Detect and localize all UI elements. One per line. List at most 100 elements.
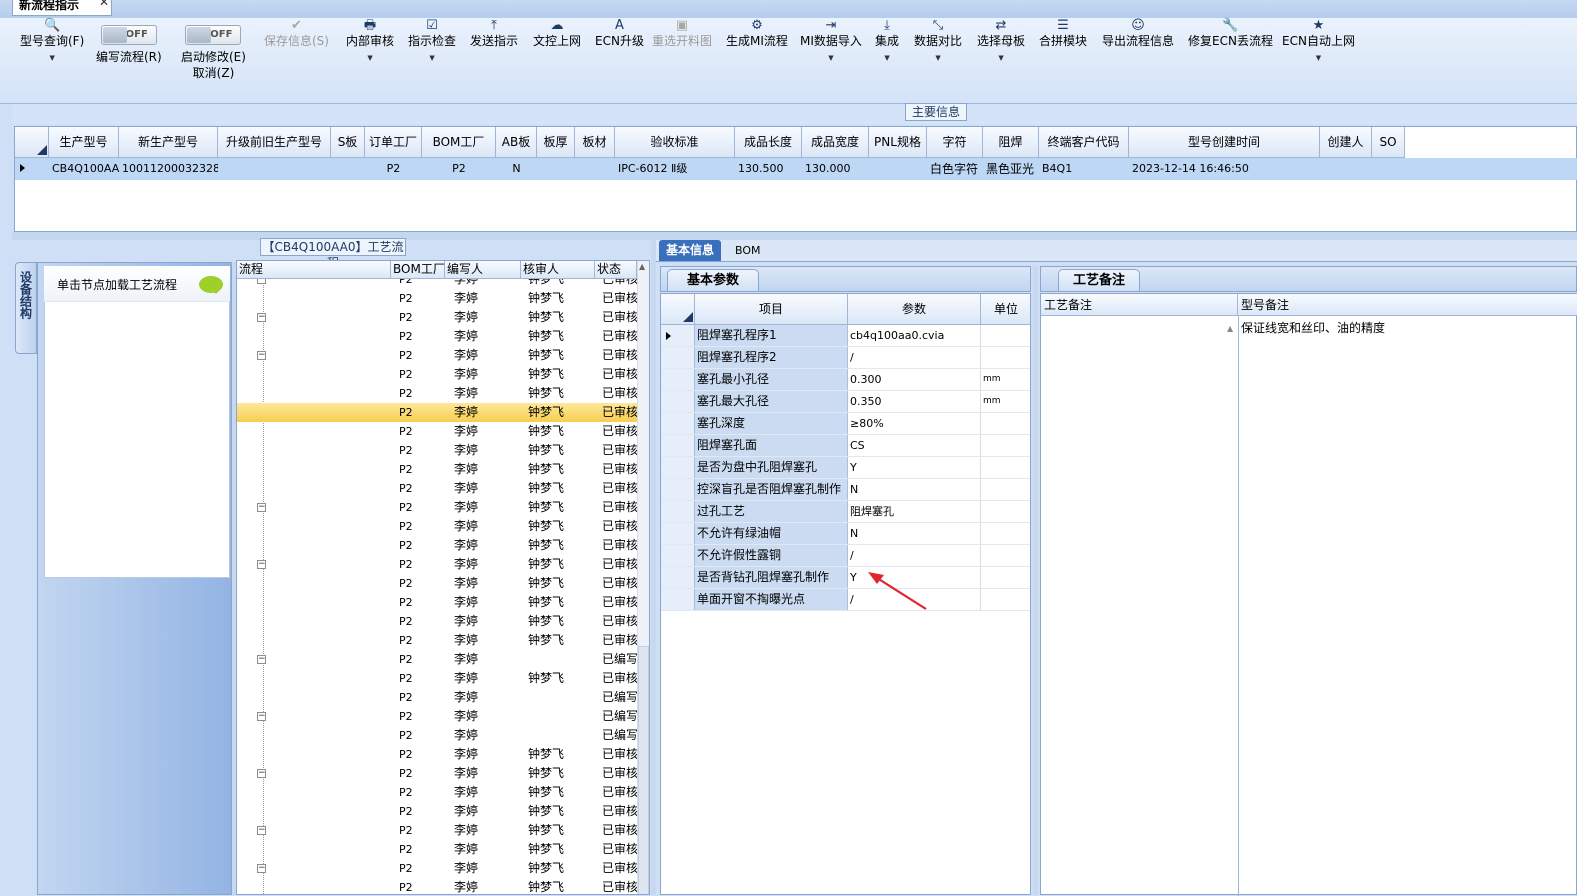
table-row[interactable]: 单面开窗不掏曝光点 /: [661, 589, 1030, 611]
tree-row[interactable]: −外形P2李婷已编写: [237, 707, 637, 726]
params-header-2[interactable]: 单位: [981, 294, 1030, 325]
grid-cell-17[interactable]: [1320, 158, 1372, 180]
params-header-0[interactable]: 项目: [695, 294, 848, 325]
scroll-up-icon[interactable]: ▲: [639, 262, 645, 271]
notes-col-process[interactable]: 工艺备注: [1041, 294, 1238, 316]
param-value[interactable]: Y: [848, 457, 981, 478]
collapse-icon[interactable]: −: [257, 351, 266, 360]
tree-row[interactable]: −电子测试P2李婷已编写: [237, 650, 637, 669]
row-header[interactable]: [661, 413, 695, 434]
tree-header-4[interactable]: 状态: [595, 261, 637, 279]
toolbar-button-17[interactable]: 🔧 修复ECN丢流程: [1188, 18, 1273, 48]
toggle-switch[interactable]: OFF: [100, 25, 157, 45]
tree-row[interactable]: 喷砂P2李婷钟梦飞已审核: [237, 574, 637, 593]
tree-row[interactable]: 沉金P2李婷钟梦飞已审核: [237, 612, 637, 631]
tree-row[interactable]: 阻焊塞孔P2李婷钟梦飞已审核: [237, 403, 637, 422]
grid-header-5[interactable]: BOM工厂: [422, 127, 496, 158]
grid-header-11[interactable]: 成品宽度: [802, 127, 869, 158]
tree-row[interactable]: 电子测试P2李婷已编写: [237, 688, 637, 707]
tree-row[interactable]: 外层AOI1P2李婷钟梦飞已审核: [237, 289, 637, 308]
param-value[interactable]: CS: [848, 435, 981, 456]
tree-header-0[interactable]: 流程: [237, 261, 391, 279]
toolbar-button-1[interactable]: OFF 编写流程(R): [96, 25, 162, 64]
tree-row[interactable]: 板边包胶P2李婷钟梦飞已审核: [237, 593, 637, 612]
tab-basic-info[interactable]: 基本信息: [659, 240, 722, 261]
grid-cell-15[interactable]: B4Q1: [1039, 158, 1129, 180]
grid-header-4[interactable]: 订单工厂: [365, 127, 422, 158]
table-row[interactable]: 是否背钻孔阻焊塞孔制作 Y: [661, 567, 1030, 589]
grid-cell-12[interactable]: [869, 158, 927, 180]
tree-row[interactable]: −电子测试1P2李婷钟梦飞已审核: [237, 308, 637, 327]
grid-cell-16[interactable]: 2023-12-14 16:46:50: [1129, 158, 1320, 180]
table-row[interactable]: 过孔工艺 阻焊塞孔: [661, 501, 1030, 523]
grid-header-15[interactable]: 终端客户代码: [1039, 127, 1129, 158]
chevron-down-icon[interactable]: ▼: [875, 54, 899, 62]
grid-header-17[interactable]: 创建人: [1320, 127, 1372, 158]
grid-cell-5[interactable]: P2: [422, 158, 496, 180]
tree-header-2[interactable]: 编写人: [445, 261, 521, 279]
param-value[interactable]: 0.350: [848, 391, 981, 412]
grid-header-7[interactable]: 板厚: [537, 127, 575, 158]
tree-row[interactable]: −终检P2李婷钟梦飞已审核: [237, 764, 637, 783]
row-header[interactable]: [661, 391, 695, 412]
grid-cell-9[interactable]: IPC-6012 Ⅱ级: [615, 158, 735, 180]
chevron-down-icon[interactable]: ▼: [346, 54, 394, 62]
tree-header-3[interactable]: 核审人: [521, 261, 595, 279]
scroll-thumb[interactable]: [638, 646, 649, 894]
table-row[interactable]: 塞孔最大孔径 0.350 mm: [661, 391, 1030, 413]
row-header[interactable]: [661, 545, 695, 566]
toolbar-button-15[interactable]: ☰ 合拼模块: [1039, 18, 1087, 48]
tree-row[interactable]: 外观检查P2李婷钟梦飞已审核: [237, 802, 637, 821]
param-value[interactable]: 0.300: [848, 369, 981, 390]
row-header[interactable]: [661, 435, 695, 456]
grid-cell-0[interactable]: CB4Q100AA0: [49, 158, 119, 180]
grid-header-2[interactable]: 升级前旧生产型号: [218, 127, 331, 158]
grid-header-6[interactable]: AB板: [496, 127, 537, 158]
tree-row[interactable]: 显影P2李婷钟梦飞已审核: [237, 479, 637, 498]
grid-cell-6[interactable]: N: [496, 158, 537, 180]
row-header[interactable]: [661, 567, 695, 588]
grid-header-0[interactable]: 生产型号: [49, 127, 119, 158]
table-row[interactable]: 塞孔最小孔径 0.300 mm: [661, 369, 1030, 391]
grid-cell-14[interactable]: 黑色亚光: [983, 158, 1039, 180]
tree-row[interactable]: 曝光P2李婷钟梦飞已审核: [237, 460, 637, 479]
toolbar-button-4[interactable]: 🖶 内部审核 ▼: [346, 18, 394, 62]
row-header[interactable]: [661, 523, 695, 544]
grid-cell-1[interactable]: 10011200032328: [119, 158, 218, 180]
tree-row[interactable]: −阻焊P2李婷钟梦飞已审核: [237, 346, 637, 365]
grid-header-10[interactable]: 成品长度: [735, 127, 802, 158]
toolbar-button-7[interactable]: ☁ 文控上网: [533, 18, 581, 48]
toolbar-button-13[interactable]: ⤡ 数据对比 ▼: [914, 18, 962, 62]
grid-header-14[interactable]: 阻焊: [983, 127, 1039, 158]
grid-header-12[interactable]: PNL规格: [869, 127, 927, 158]
toolbar-button-16[interactable]: ☺ 导出流程信息: [1102, 18, 1174, 48]
collapse-icon[interactable]: −: [257, 769, 266, 778]
collapse-icon[interactable]: −: [257, 313, 266, 322]
grid-header-8[interactable]: 板材: [575, 127, 615, 158]
right-splitter[interactable]: [1033, 266, 1038, 895]
tree-row[interactable]: 预烘P2李婷钟梦飞已审核: [237, 441, 637, 460]
grid-header-1[interactable]: 新生产型号: [119, 127, 218, 158]
grid-header-16[interactable]: 型号创建时间: [1129, 127, 1320, 158]
grid-cell-8[interactable]: [575, 158, 615, 180]
toolbar-button-0[interactable]: 🔍 型号查询(F) ▼: [20, 18, 84, 62]
grid-cell-7[interactable]: [537, 158, 575, 180]
grid-header-9[interactable]: 验收标准: [615, 127, 735, 158]
tree-row[interactable]: 丝印P2李婷钟梦飞已审核: [237, 422, 637, 441]
param-value[interactable]: /: [848, 545, 981, 566]
row-header[interactable]: [661, 589, 695, 610]
row-header[interactable]: [661, 479, 695, 500]
table-row[interactable]: 不允许有绿油帽 N: [661, 523, 1030, 545]
params-header-1[interactable]: 参数: [848, 294, 981, 325]
table-row[interactable]: 阻焊塞孔面 CS: [661, 435, 1030, 457]
chevron-down-icon[interactable]: ▼: [408, 54, 456, 62]
grid-header-13[interactable]: 字符: [927, 127, 983, 158]
grid-cell-10[interactable]: 130.500: [735, 158, 802, 180]
tab-basic-params[interactable]: 基本参数: [667, 269, 759, 291]
grid-cell-13[interactable]: 白色字符: [927, 158, 983, 180]
row-header[interactable]: [661, 457, 695, 478]
row-header[interactable]: [661, 347, 695, 368]
toolbar-button-14[interactable]: ⇄ 选择母板 ▼: [977, 18, 1025, 62]
table-row[interactable]: 是否为盘中孔阻焊塞孔 Y: [661, 457, 1030, 479]
middle-splitter[interactable]: [651, 240, 656, 895]
